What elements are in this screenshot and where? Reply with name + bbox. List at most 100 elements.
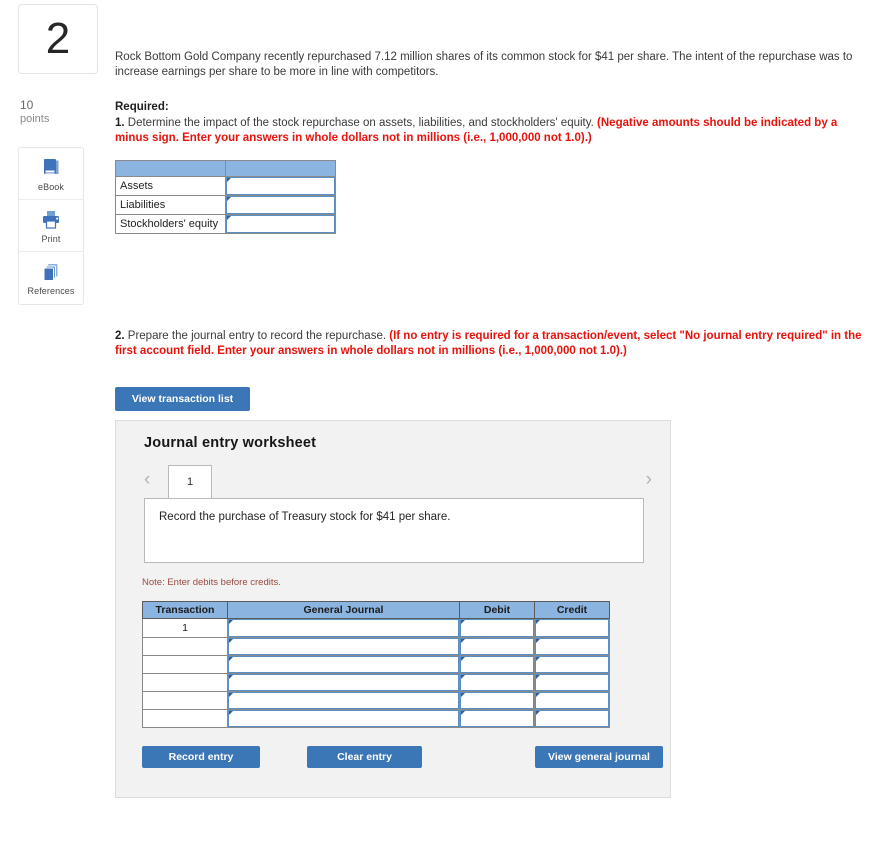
credit-input[interactable]: [535, 656, 609, 673]
transaction-cell: [142, 655, 228, 674]
points-value: 10: [20, 98, 34, 112]
requirement-1: 1. Determine the impact of the stock rep…: [115, 116, 860, 146]
general-journal-input[interactable]: [228, 619, 459, 637]
general-journal-cell[interactable]: [227, 691, 460, 710]
impact-header-value-cell: [225, 160, 336, 177]
general-journal-cell[interactable]: [227, 618, 460, 638]
impact-row-input-cell[interactable]: [225, 176, 336, 196]
question-number: 2: [45, 14, 71, 63]
print-button[interactable]: Print: [19, 200, 83, 252]
view-transaction-list-button[interactable]: View transaction list: [115, 387, 250, 411]
impact-row-label-liabilities: Liabilities: [115, 195, 226, 215]
general-journal-cell[interactable]: [227, 709, 460, 728]
chevron-right-icon[interactable]: ›: [646, 470, 652, 489]
general-journal-input[interactable]: [228, 638, 459, 655]
debit-input[interactable]: [460, 710, 534, 727]
debit-input[interactable]: [460, 656, 534, 673]
transaction-cell: [142, 709, 228, 728]
requirement-2: 2. Prepare the journal entry to record t…: [115, 329, 863, 359]
points-label: points: [20, 113, 50, 125]
credit-cell[interactable]: [534, 655, 610, 674]
general-journal-cell[interactable]: [227, 637, 460, 656]
worksheet-instruction-text: Record the purchase of Treasury stock fo…: [159, 511, 451, 523]
debit-cell[interactable]: [459, 618, 535, 638]
column-header-debit: Debit: [459, 601, 535, 619]
worksheet-tab-1[interactable]: 1: [168, 465, 212, 498]
table-row: Stockholders' equity: [115, 214, 336, 234]
general-journal-cell[interactable]: [227, 655, 460, 674]
ebook-button[interactable]: eBook: [19, 148, 83, 200]
requirements-block: Required: 1. Determine the impact of the…: [115, 100, 860, 146]
debit-input[interactable]: [460, 674, 534, 691]
debit-cell[interactable]: [459, 709, 535, 728]
stockholders-equity-input[interactable]: [226, 215, 335, 233]
impact-row-label-assets: Assets: [115, 176, 226, 196]
credit-input[interactable]: [535, 710, 609, 727]
requirement-2-number: 2.: [115, 330, 125, 342]
requirement-2-block: 2. Prepare the journal entry to record t…: [115, 328, 863, 411]
assets-input[interactable]: [226, 177, 335, 195]
problem-statement: Rock Bottom Gold Company recently repurc…: [115, 51, 853, 78]
worksheet-tabs: ‹ 1 ›: [140, 465, 654, 499]
table-row: [142, 691, 610, 710]
debit-cell[interactable]: [459, 691, 535, 710]
question-rail: 2 10 points eBook Print References: [18, 4, 102, 305]
debit-input[interactable]: [460, 692, 534, 709]
credit-input[interactable]: [535, 674, 609, 691]
transaction-cell: [142, 637, 228, 656]
column-header-transaction: Transaction: [142, 601, 228, 619]
impact-row-input-cell[interactable]: [225, 214, 336, 234]
credit-cell[interactable]: [534, 673, 610, 692]
general-journal-cell[interactable]: [227, 673, 460, 692]
transaction-cell: [142, 673, 228, 692]
view-general-journal-button[interactable]: View general journal: [535, 746, 663, 768]
credit-cell[interactable]: [534, 618, 610, 638]
table-row: [142, 673, 610, 692]
requirement-1-number: 1.: [115, 117, 125, 129]
chevron-left-icon[interactable]: ‹: [144, 470, 150, 489]
question-page: 2 10 points eBook Print References Rock …: [0, 0, 889, 843]
clear-entry-button[interactable]: Clear entry: [307, 746, 422, 768]
impact-row-label-stockholders-equity: Stockholders' equity: [115, 214, 226, 234]
debit-cell[interactable]: [459, 673, 535, 692]
required-heading: Required:: [115, 101, 169, 113]
impact-table: Assets Liabilities Stockholders' equity: [115, 160, 336, 234]
credit-input[interactable]: [535, 638, 609, 655]
debit-cell[interactable]: [459, 655, 535, 674]
record-entry-button[interactable]: Record entry: [142, 746, 260, 768]
requirement-2-text: Prepare the journal entry to record the …: [124, 330, 390, 342]
column-header-general-journal: General Journal: [227, 601, 460, 619]
debit-input[interactable]: [460, 619, 534, 637]
debit-cell[interactable]: [459, 637, 535, 656]
credit-cell[interactable]: [534, 691, 610, 710]
impact-table-header-row: [115, 160, 336, 177]
credit-input[interactable]: [535, 692, 609, 709]
debit-input[interactable]: [460, 638, 534, 655]
general-journal-input[interactable]: [228, 692, 459, 709]
ebook-icon: [41, 156, 61, 180]
references-button[interactable]: References: [19, 252, 83, 304]
journal-header-row: Transaction General Journal Debit Credit: [142, 601, 610, 619]
table-row: [142, 709, 610, 728]
table-row: 1: [142, 618, 610, 638]
impact-header-label-cell: [115, 160, 226, 177]
credit-input[interactable]: [535, 619, 609, 637]
references-icon: [40, 260, 62, 284]
table-row: [142, 655, 610, 674]
tool-panel: eBook Print References: [18, 147, 84, 305]
worksheet-actions: Record entry Clear entry View general jo…: [142, 746, 663, 768]
general-journal-input[interactable]: [228, 656, 459, 673]
journal-entry-worksheet-panel: Journal entry worksheet ‹ 1 › Record the…: [115, 420, 671, 798]
table-row: [142, 637, 610, 656]
credit-cell[interactable]: [534, 637, 610, 656]
credit-cell[interactable]: [534, 709, 610, 728]
impact-row-input-cell[interactable]: [225, 195, 336, 215]
general-journal-input[interactable]: [228, 710, 459, 727]
transaction-cell: [142, 691, 228, 710]
transaction-cell: 1: [142, 618, 228, 638]
liabilities-input[interactable]: [226, 196, 335, 214]
general-journal-input[interactable]: [228, 674, 459, 691]
question-body: Rock Bottom Gold Company recently repurc…: [115, 0, 875, 798]
print-icon: [40, 208, 62, 232]
transaction-number: 1: [182, 622, 188, 634]
